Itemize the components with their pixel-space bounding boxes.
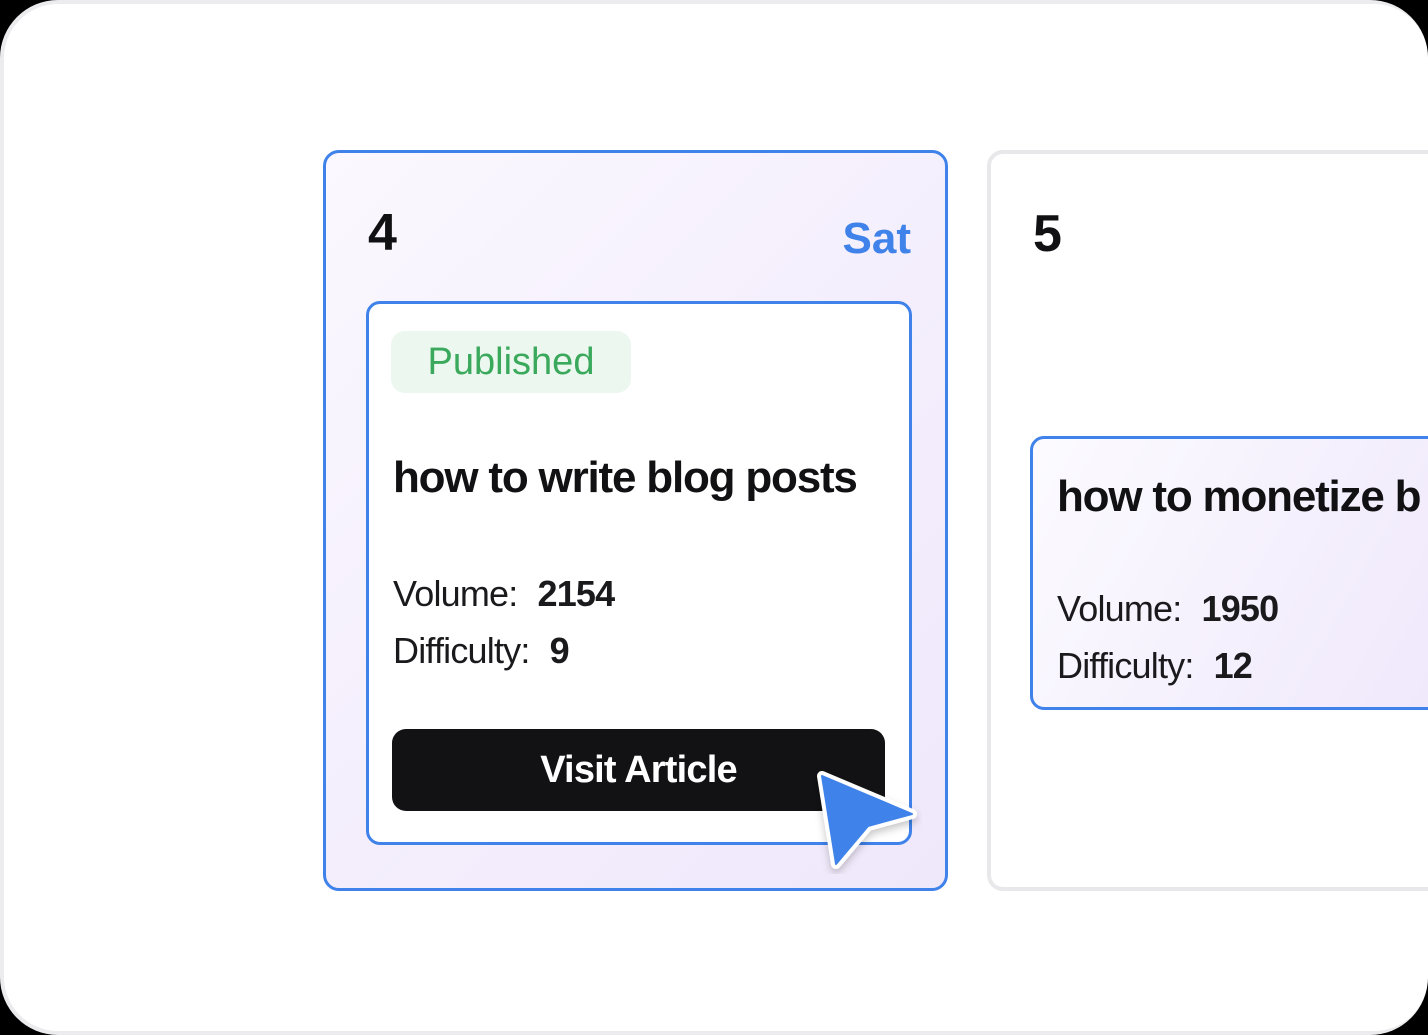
article-title: how to monetize b (1057, 472, 1422, 521)
article-card[interactable]: how to monetize b Volume: 1950 Difficulty… (1030, 436, 1428, 710)
volume-label: Volume: (393, 573, 518, 614)
day-number: 5 (1033, 205, 1062, 263)
article-title: how to write blog posts (393, 453, 858, 502)
volume-value: 1950 (1201, 588, 1279, 629)
difficulty-value: 12 (1213, 645, 1253, 686)
volume-label: Volume: (1057, 588, 1182, 629)
difficulty-value: 9 (549, 630, 570, 671)
difficulty-metric: Difficulty: 12 (1057, 645, 1253, 686)
weekday-label: Sat (842, 214, 911, 263)
status-badge: Published (391, 331, 631, 393)
day-cell-5[interactable]: 5 how to monetize b Volume: 1950 Difficul… (987, 150, 1428, 891)
app-frame: 4 Sat Published how to write blog posts … (0, 0, 1428, 1035)
day-number: 4 (368, 204, 397, 262)
difficulty-metric: Difficulty: 9 (393, 630, 570, 671)
difficulty-label: Difficulty: (393, 630, 530, 671)
volume-metric: Volume: 2154 (393, 573, 615, 614)
pointer-cursor-icon (817, 771, 917, 869)
volume-value: 2154 (537, 573, 615, 614)
difficulty-label: Difficulty: (1057, 645, 1194, 686)
volume-metric: Volume: 1950 (1057, 588, 1279, 629)
calendar-view: 4 Sat Published how to write blog posts … (4, 4, 1428, 1031)
